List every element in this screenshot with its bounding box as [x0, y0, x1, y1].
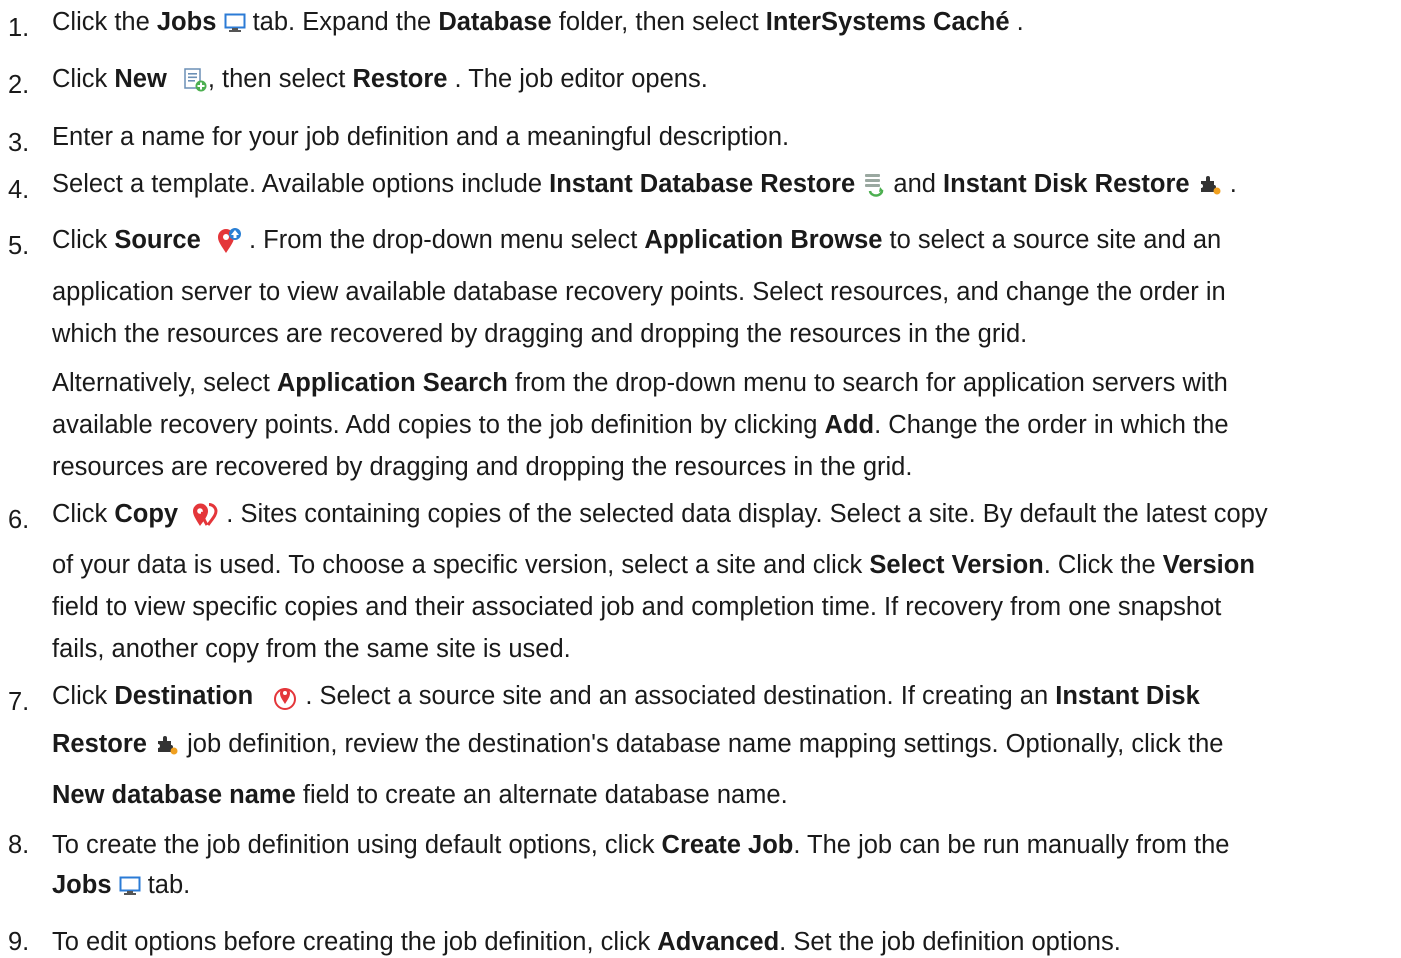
- step-number: 3.: [8, 129, 30, 157]
- instant-disk-restore-label: Instant Disk Restore: [943, 170, 1190, 198]
- step-text-line-4: Alternatively, select Application Search…: [52, 369, 1228, 397]
- step-text-line-4: fails, another copy from the same site i…: [52, 635, 571, 663]
- new-job-icon: [182, 67, 208, 93]
- step-text-line-1: Click Source . From the drop-down menu s…: [52, 226, 1222, 255]
- step-text-line-5: available recovery points. Add copies to…: [52, 411, 1229, 439]
- create-job-label: Create Job: [661, 831, 794, 859]
- new-database-name-label: New database name: [52, 781, 296, 809]
- step-text-line-6: resources are recovered by dragging and …: [52, 453, 913, 481]
- step-text: Click the Jobs tab. Expand the Database …: [52, 8, 1024, 36]
- step-text-line-2: of your data is used. To choose a specif…: [52, 551, 1255, 579]
- application-browse-label: Application Browse: [644, 226, 883, 254]
- source-label: Source: [114, 226, 201, 254]
- restore-label: Restore: [352, 65, 448, 93]
- step-number: 9.: [8, 928, 30, 956]
- step-text-line-1: To create the job definition using defau…: [52, 831, 1230, 859]
- step-text: Enter a name for your job definition and…: [52, 123, 790, 151]
- version-label: Version: [1162, 551, 1255, 579]
- database-label: Database: [438, 8, 552, 36]
- add-label: Add: [824, 411, 875, 439]
- step-text-line-3: New database name field to create an alt…: [52, 781, 788, 809]
- step-text-line-1: To edit options before creating the job …: [52, 928, 1121, 956]
- disk-restore-icon: [154, 734, 180, 756]
- step-number: 5.: [8, 232, 30, 260]
- step-text-line-1: Click Copy . Sites containing copies of …: [52, 500, 1268, 529]
- destination-pin-icon: [272, 683, 298, 711]
- monitor-icon: [119, 876, 141, 896]
- step-number: 1.: [8, 14, 30, 42]
- step-text-line-3: field to view specific copies and their …: [52, 593, 1222, 621]
- step-text-line-2: application server to view available dat…: [52, 278, 1226, 306]
- jobs-label: Jobs: [156, 8, 217, 36]
- copy-label: Copy: [114, 500, 179, 528]
- instant-database-restore-label: Instant Database Restore: [549, 170, 856, 198]
- advanced-label: Advanced: [657, 928, 780, 956]
- step-number: 2.: [8, 71, 30, 99]
- copy-pin-icon: [191, 501, 219, 529]
- restore-label: Restore: [52, 730, 147, 758]
- select-version-label: Select Version: [869, 551, 1044, 579]
- step-text-line-2: Restore job definition, review the desti…: [52, 730, 1224, 758]
- step-text: Click New , then select Restore . The jo…: [52, 65, 708, 93]
- application-search-label: Application Search: [276, 369, 508, 397]
- step-number: 8.: [8, 831, 30, 859]
- database-restore-icon: [862, 172, 886, 198]
- step-number: 6.: [8, 506, 30, 534]
- new-label: New: [114, 65, 167, 93]
- source-pin-icon: [216, 227, 242, 255]
- step-text-line-1: Click Destination . Select a source site…: [52, 682, 1200, 711]
- instant-disk-label: Instant Disk: [1055, 682, 1200, 710]
- step-text-line-3: which the resources are recovered by dra…: [52, 320, 1028, 348]
- disk-restore-icon: [1197, 174, 1223, 196]
- intersystems-cache-label: InterSystems Caché: [765, 8, 1010, 36]
- step-number: 4.: [8, 176, 30, 204]
- jobs-label: Jobs: [52, 871, 112, 899]
- destination-label: Destination: [114, 682, 254, 710]
- step-text-line-2: Jobs tab.: [52, 871, 191, 899]
- monitor-icon: [224, 13, 246, 33]
- step-number: 7.: [8, 688, 30, 716]
- step-text: Select a template. Available options inc…: [52, 170, 1237, 198]
